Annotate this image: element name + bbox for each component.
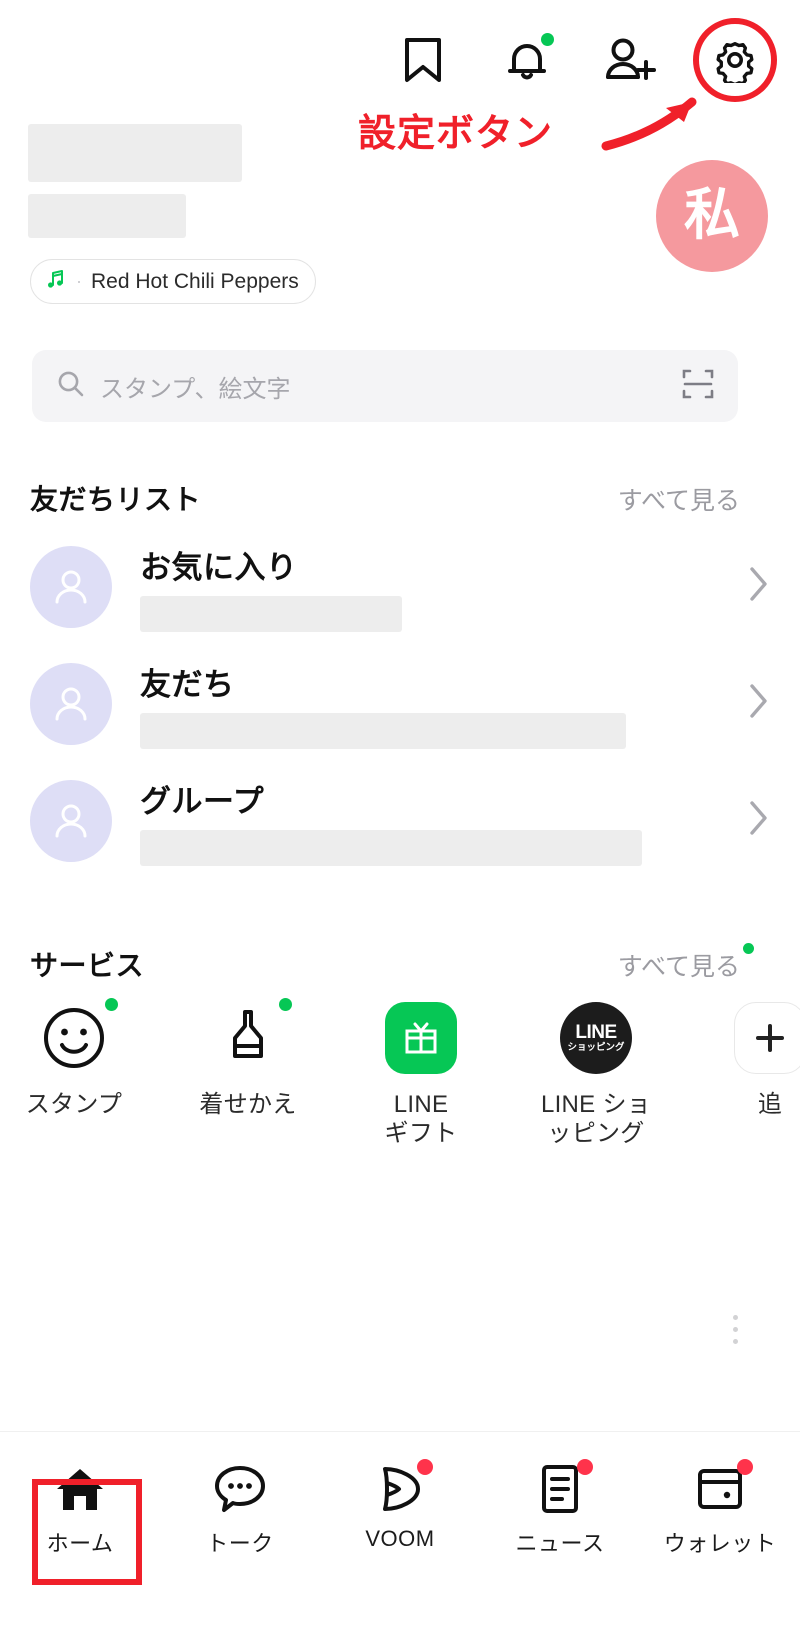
person-avatar-icon — [30, 779, 112, 862]
home-icon — [49, 1460, 111, 1518]
shopping-icon-text-1: LINE — [575, 1022, 617, 1043]
nav-item-home[interactable]: ホーム — [0, 1460, 160, 1558]
voom-badge-dot — [417, 1459, 433, 1475]
nav-label: ウォレット — [663, 1531, 777, 1556]
service-label: 着せかえ — [199, 1091, 297, 1118]
service-item-add[interactable]: 追 — [682, 1000, 800, 1119]
music-separator: · — [76, 271, 82, 291]
nav-label: VOOM — [365, 1526, 435, 1551]
qr-scan-icon[interactable] — [680, 366, 716, 407]
services-see-all-badge-dot — [743, 943, 754, 954]
plus-icon — [732, 1000, 800, 1076]
nav-label: ニュース — [515, 1531, 605, 1556]
music-note-icon — [45, 268, 67, 295]
chevron-right-icon — [748, 799, 770, 842]
bottom-navigation: ホーム トーク VOOM ニュース ウォレット — [0, 1431, 800, 1627]
search-input[interactable]: スタンプ、絵文字 — [32, 350, 738, 422]
service-label-line1: LINE ショ — [540, 1091, 652, 1118]
profile-name-redacted — [28, 124, 242, 182]
chevron-right-icon — [748, 682, 770, 725]
annotation-arrow — [601, 97, 697, 151]
news-badge-dot — [577, 1459, 593, 1475]
more-options-icon[interactable] — [733, 1315, 738, 1351]
service-label-line2: ッピング — [547, 1120, 645, 1148]
chevron-right-icon — [748, 565, 770, 608]
wallet-icon — [689, 1459, 753, 1518]
profile-status-redacted — [28, 194, 186, 238]
service-label: LINE ギフト — [385, 1090, 458, 1149]
nav-item-talk[interactable]: トーク — [160, 1460, 320, 1558]
friends-row-count-redacted — [140, 712, 626, 749]
person-avatar-icon — [30, 662, 112, 745]
smiley-face-icon — [36, 998, 118, 1076]
friends-row-favorites[interactable]: お気に入り — [0, 528, 800, 645]
shopping-icon-text-2: ショッピング — [567, 1042, 625, 1053]
profile-music-chip[interactable]: · Red Hot Chili Peppers — [30, 259, 316, 304]
bell-badge-dot — [541, 33, 554, 46]
service-label-line1: LINE — [393, 1091, 449, 1118]
services-icon-row: スタンプ 着せかえ LINE ギフト LINE ショッピング LINE ショ ッ… — [0, 998, 800, 1170]
service-label: LINE ショ ッピング — [541, 1090, 651, 1149]
bell-icon[interactable] — [498, 31, 556, 89]
service-item-theme[interactable]: 着せかえ — [160, 998, 336, 1119]
line-shopping-icon: LINE ショッピング — [558, 1000, 634, 1076]
news-icon — [529, 1459, 593, 1518]
friends-title: 友だちリスト — [30, 484, 202, 515]
annotation-label: 設定ボタン — [358, 113, 554, 155]
avatar[interactable]: 私 — [656, 160, 768, 272]
voom-play-icon — [369, 1459, 433, 1518]
music-title: Red Hot Chili Peppers — [91, 269, 299, 293]
service-label: スタンプ — [25, 1091, 123, 1118]
friends-row-friends[interactable]: 友だち — [0, 645, 800, 762]
service-label-line2: ギフト — [384, 1120, 458, 1148]
nav-item-wallet[interactable]: ウォレット — [640, 1459, 800, 1558]
service-item-line-shopping[interactable]: LINE ショッピング LINE ショ ッピング — [508, 1000, 684, 1149]
line-home-screen: 設定ボタン 私 · Red Hot Chili Peppers スタンプ、絵文字 — [0, 0, 800, 1627]
brush-icon — [210, 998, 292, 1076]
wallet-badge-dot — [737, 1459, 753, 1475]
bookmark-icon[interactable] — [394, 31, 452, 89]
sticker-badge-dot — [105, 998, 118, 1011]
friends-row-count-redacted — [140, 829, 642, 866]
friends-row-label: 友だち — [140, 666, 235, 702]
friends-row-count-redacted — [140, 595, 402, 632]
nav-label: トーク — [206, 1531, 274, 1556]
friends-row-groups[interactable]: グループ — [0, 762, 800, 879]
person-avatar-icon — [30, 545, 112, 628]
services-section-header: サービス すべて見る — [30, 943, 754, 984]
friends-see-all[interactable]: すべて見る — [618, 481, 740, 517]
friends-row-label: お気に入り — [140, 549, 298, 585]
nav-item-voom[interactable]: VOOM — [320, 1459, 480, 1552]
services-title: サービス — [30, 950, 145, 981]
theme-badge-dot — [279, 998, 292, 1011]
friends-row-label: グループ — [140, 783, 265, 819]
service-item-line-gift[interactable]: LINE ギフト — [333, 1000, 509, 1149]
gift-icon — [383, 1000, 459, 1076]
search-icon — [56, 369, 86, 404]
nav-label: ホーム — [46, 1531, 114, 1556]
service-label: 追 — [757, 1091, 783, 1118]
services-see-all[interactable]: すべて見る — [618, 943, 754, 983]
search-placeholder: スタンプ、絵文字 — [100, 375, 291, 403]
service-item-sticker[interactable]: スタンプ — [0, 998, 162, 1119]
chat-bubble-icon — [209, 1460, 271, 1518]
friends-section-header: 友だちリスト すべて見る — [30, 478, 740, 518]
nav-item-news[interactable]: ニュース — [480, 1459, 640, 1558]
